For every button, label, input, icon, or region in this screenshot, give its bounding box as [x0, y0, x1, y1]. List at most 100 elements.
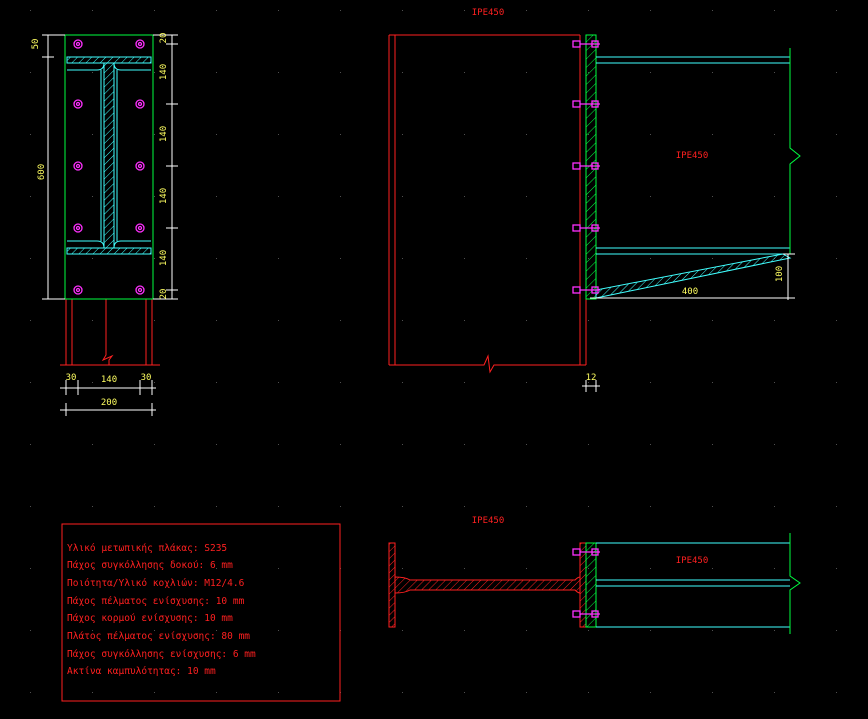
- beam-elevation-label: IPE450: [676, 151, 709, 161]
- grid-dot: [526, 10, 527, 11]
- note-line: Πάχος πέλματος ενίσχυσης: 10 mm: [67, 596, 245, 607]
- grid-dot: [588, 444, 589, 445]
- grid-dot: [774, 72, 775, 73]
- grid-dot: [712, 258, 713, 259]
- grid-dot: [216, 134, 217, 135]
- column-elevation-label: IPE450: [472, 8, 505, 18]
- grid-dot: [340, 320, 341, 321]
- grid-dot: [712, 382, 713, 383]
- grid-dot: [92, 506, 93, 507]
- grid-dot: [464, 10, 465, 11]
- grid-dot: [712, 444, 713, 445]
- grid-dot: [30, 320, 31, 321]
- grid-dot: [464, 382, 465, 383]
- grid-dot: [650, 692, 651, 693]
- grid-dot: [712, 72, 713, 73]
- grid-dot: [836, 692, 837, 693]
- grid-dot: [836, 72, 837, 73]
- grid-dot: [526, 196, 527, 197]
- grid-dot: [154, 134, 155, 135]
- grid-dot: [154, 196, 155, 197]
- bolt-hole: [73, 161, 83, 171]
- column-below-plate: [60, 299, 160, 366]
- grid-dot: [836, 568, 837, 569]
- grid-dot: [278, 320, 279, 321]
- grid-dot: [278, 72, 279, 73]
- grid-dot: [836, 382, 837, 383]
- bolt-hole: [135, 161, 145, 171]
- grid-dot: [588, 10, 589, 11]
- grid-dot: [278, 134, 279, 135]
- grid-dot: [774, 196, 775, 197]
- grid-dot: [402, 72, 403, 73]
- grid-dot: [464, 72, 465, 73]
- grid-dot: [588, 320, 589, 321]
- grid-dot: [92, 444, 93, 445]
- grid-dot: [464, 258, 465, 259]
- dim-bolt-pitch-3: 140: [159, 188, 169, 204]
- grid-dot: [712, 134, 713, 135]
- grid-dot: [712, 320, 713, 321]
- grid-dot: [216, 506, 217, 507]
- grid-dot: [278, 10, 279, 11]
- grid-dot: [216, 382, 217, 383]
- grid-dot: [154, 10, 155, 11]
- grid-dot: [216, 196, 217, 197]
- grid-dot: [526, 692, 527, 693]
- grid-dot: [278, 382, 279, 383]
- grid-dot: [216, 692, 217, 693]
- grid-dot: [30, 630, 31, 631]
- grid-dot: [774, 568, 775, 569]
- grid-dot: [712, 506, 713, 507]
- grid-dot: [278, 196, 279, 197]
- grid-dot: [836, 258, 837, 259]
- bolt-hole: [135, 223, 145, 233]
- grid-dot: [340, 196, 341, 197]
- notes-box: Υλικό μετωπικής πλάκας: S235 Πάχος συγκό…: [61, 523, 341, 702]
- dim-edge-left: 30: [66, 373, 77, 383]
- grid-dot: [650, 196, 651, 197]
- grid-dot: [92, 692, 93, 693]
- grid-dot: [650, 506, 651, 507]
- dim-bolt-edge-top: 20: [159, 33, 169, 44]
- beam-plan-break-line: [789, 533, 801, 634]
- grid-dot: [402, 630, 403, 631]
- note-line: Πλάτος πέλματος ενίσχυσης: 80 mm: [67, 631, 250, 642]
- grid-dot: [774, 506, 775, 507]
- grid-dot: [340, 382, 341, 383]
- grid-dot: [650, 258, 651, 259]
- grid-dot: [402, 568, 403, 569]
- grid-dot: [464, 506, 465, 507]
- grid-dot: [278, 258, 279, 259]
- grid-dot: [216, 444, 217, 445]
- grid-dot: [836, 506, 837, 507]
- grid-dot: [278, 692, 279, 693]
- grid-dot: [278, 568, 279, 569]
- grid-dot: [774, 134, 775, 135]
- grid-dot: [30, 258, 31, 259]
- grid-dot: [30, 444, 31, 445]
- grid-dot: [92, 320, 93, 321]
- grid-dot: [30, 568, 31, 569]
- grid-dot: [154, 444, 155, 445]
- grid-dot: [650, 568, 651, 569]
- grid-dot: [402, 258, 403, 259]
- grid-dot: [402, 444, 403, 445]
- grid-dot: [464, 630, 465, 631]
- dim-plate-thickness: 12: [586, 373, 597, 383]
- grid-dot: [774, 382, 775, 383]
- grid-dot: [774, 444, 775, 445]
- grid-dot: [92, 72, 93, 73]
- grid-dot: [154, 258, 155, 259]
- grid-dot: [464, 692, 465, 693]
- grid-dot: [836, 630, 837, 631]
- grid-dot: [464, 134, 465, 135]
- grid-dot: [650, 444, 651, 445]
- grid-dot: [402, 134, 403, 135]
- grid-dot: [836, 10, 837, 11]
- grid-dot: [526, 134, 527, 135]
- grid-dot: [216, 320, 217, 321]
- grid-dot: [650, 72, 651, 73]
- grid-dot: [154, 692, 155, 693]
- grid-dot: [154, 72, 155, 73]
